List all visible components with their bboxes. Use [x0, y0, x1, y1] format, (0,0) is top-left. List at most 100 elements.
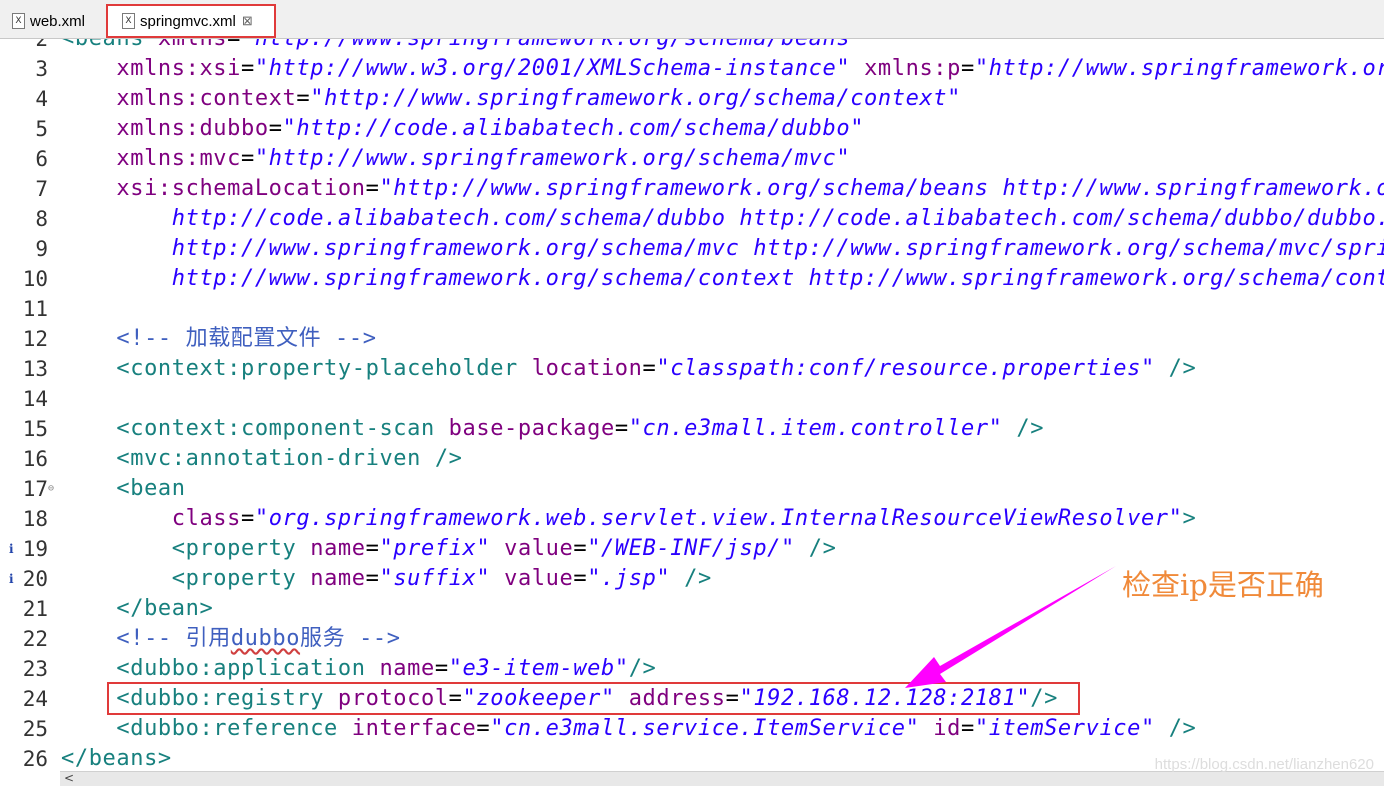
code-text: xmlns:xsi="http://www.w3.org/2001/XMLSch…	[61, 54, 1384, 84]
line-number: 26	[22, 747, 48, 771]
line-number: 3	[35, 57, 48, 81]
code-line[interactable]: 3 xmlns:xsi="http://www.w3.org/2001/XMLS…	[0, 54, 1384, 84]
code-line[interactable]: 13 <context:property-placeholder locatio…	[0, 354, 1384, 384]
code-text: <context:component-scan base-package="cn…	[61, 414, 1044, 444]
code-token: =	[573, 566, 588, 591]
line-number: 18	[22, 507, 48, 531]
code-line[interactable]: 14	[0, 384, 1384, 414]
code-token: =	[960, 56, 975, 81]
code-token: name	[310, 566, 366, 591]
annotation-note: 检查ip是否正确	[1122, 568, 1324, 602]
code-line[interactable]: 12 <!-- 加载配置文件 -->	[0, 324, 1384, 354]
code-text: </beans>	[61, 744, 172, 771]
scroll-left-icon[interactable]: <	[64, 771, 74, 785]
code-text: xmlns:dubbo="http://code.alibabatech.com…	[61, 114, 864, 144]
code-line[interactable]: 25 <dubbo:reference interface="cn.e3mall…	[0, 714, 1384, 744]
code-line[interactable]: 17 ⊖ <bean	[0, 474, 1384, 504]
code-token: />	[1002, 416, 1045, 441]
code-token: "http://www.springframework.org/schema/b…	[241, 39, 864, 51]
fold-toggle-icon[interactable]: ⊖	[48, 474, 54, 504]
line-number: 4	[35, 87, 48, 111]
code-token: =	[241, 506, 255, 531]
code-token: <!-- 引用	[61, 626, 231, 651]
code-token: xmlns:mvc	[61, 146, 241, 171]
code-line[interactable]: 15 <context:component-scan base-package=…	[0, 414, 1384, 444]
line-number: 11	[22, 297, 48, 321]
code-token: "http://www.springframework.org/schema/b…	[379, 176, 1384, 201]
line-number: 16	[22, 447, 48, 471]
code-token: =	[296, 86, 311, 111]
code-token: </beans>	[61, 746, 172, 771]
code-token: xmlns:xsi	[61, 56, 241, 81]
code-line[interactable]: 8 http://code.alibabatech.com/schema/dub…	[0, 204, 1384, 234]
line-number: 23	[22, 657, 48, 681]
code-line[interactable]: 22 <!-- 引用dubbo服务 -->	[0, 624, 1384, 654]
code-text: http://code.alibabatech.com/schema/dubbo…	[61, 204, 1384, 234]
code-token: =	[573, 536, 588, 561]
code-text: xsi:schemaLocation="http://www.springfra…	[61, 174, 1384, 204]
code-token: =	[227, 39, 241, 51]
code-token: =	[268, 116, 283, 141]
line-number: 8	[35, 207, 48, 231]
tab-label: springmvc.xml	[140, 12, 236, 30]
code-token: />	[794, 536, 837, 561]
code-token: "prefix"	[379, 536, 491, 561]
info-marker-icon[interactable]: i	[9, 564, 14, 594]
code-line[interactable]: 23 <dubbo:application name="e3-item-web"…	[0, 654, 1384, 684]
code-token: =	[241, 146, 255, 171]
close-tab-icon[interactable]: ⊠	[242, 13, 253, 29]
xml-file-icon: X	[12, 13, 25, 29]
code-token: "http://code.alibabatech.com/schema/dubb…	[282, 116, 865, 141]
xml-code-editor[interactable]: 2<beans xmlns="http://www.springframewor…	[0, 39, 1384, 771]
code-token: />	[628, 656, 657, 681]
code-token: />	[670, 566, 712, 591]
code-token: 服务 -->	[300, 626, 401, 651]
code-token: name	[310, 536, 366, 561]
code-token: "classpath:conf/resource.properties"	[656, 356, 1155, 381]
code-token: =	[365, 536, 380, 561]
code-line[interactable]: 9 http://www.springframework.org/schema/…	[0, 234, 1384, 264]
code-line[interactable]: 16 <mvc:annotation-driven />	[0, 444, 1384, 474]
code-token: "cn.e3mall.service.ItemService"	[490, 716, 920, 741]
code-token: =	[365, 176, 380, 201]
code-token: <beans	[61, 39, 158, 51]
code-token: "/WEB-INF/jsp/"	[587, 536, 795, 561]
code-line[interactable]: i 19 <property name="prefix" value="/WEB-…	[0, 534, 1384, 564]
code-token: http://code.alibabatech.com/schema/dubbo…	[61, 206, 1384, 231]
code-line[interactable]: 6 xmlns:mvc="http://www.springframework.…	[0, 144, 1384, 174]
line-number: 9	[35, 237, 48, 261]
code-text: <property name="prefix" value="/WEB-INF/…	[61, 534, 836, 564]
code-token: xmlns:context	[61, 86, 297, 111]
tab-label: web.xml	[30, 12, 86, 30]
code-text: <dubbo:reference interface="cn.e3mall.se…	[61, 714, 1196, 744]
line-number: 5	[35, 117, 48, 141]
code-token: =	[642, 356, 657, 381]
code-token: class	[61, 506, 241, 531]
line-number: 14	[22, 387, 48, 411]
code-token: "suffix"	[379, 566, 491, 591]
code-text: <context:property-placeholder location="…	[61, 354, 1196, 384]
code-token: =	[434, 656, 449, 681]
code-line[interactable]: 7 xsi:schemaLocation="http://www.springf…	[0, 174, 1384, 204]
code-line[interactable]: 5 xmlns:dubbo="http://code.alibabatech.c…	[0, 114, 1384, 144]
tab-web-xml[interactable]: X web.xml	[6, 6, 107, 36]
code-token: <bean	[61, 476, 186, 501]
code-token: <dubbo:reference	[61, 716, 352, 741]
code-token: =	[960, 716, 975, 741]
line-number: 24	[22, 687, 48, 711]
code-line[interactable]: 18 class="org.springframework.web.servle…	[0, 504, 1384, 534]
code-token: id	[933, 716, 961, 741]
registry-highlight-box	[107, 682, 1080, 715]
info-marker-icon[interactable]: i	[9, 534, 14, 564]
code-line[interactable]: 4 xmlns:context="http://www.springframew…	[0, 84, 1384, 114]
code-line[interactable]: 11	[0, 294, 1384, 324]
code-text: xmlns:mvc="http://www.springframework.or…	[61, 144, 850, 174]
code-line[interactable]: 10 http://www.springframework.org/schema…	[0, 264, 1384, 294]
code-token: <mvc:annotation-driven />	[61, 446, 463, 471]
code-token: "cn.e3mall.item.controller"	[628, 416, 1003, 441]
code-text: http://www.springframework.org/schema/co…	[61, 264, 1384, 294]
code-line[interactable]: 2 <beans xmlns="http://www.springframewor…	[0, 39, 1384, 54]
tab-springmvc-xml[interactable]: X springmvc.xml ⊠	[106, 4, 276, 38]
horizontal-scrollbar[interactable]: <	[60, 771, 1384, 786]
